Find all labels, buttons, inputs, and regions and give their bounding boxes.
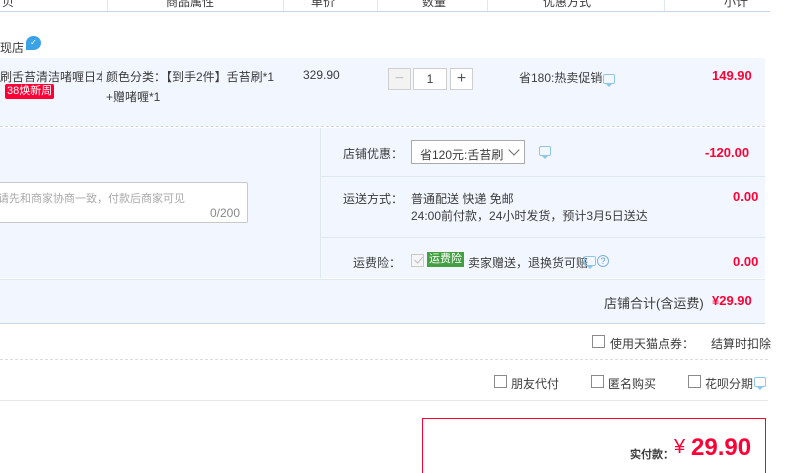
row-divider xyxy=(321,237,765,238)
header-price: 单价 xyxy=(311,0,336,9)
increase-quantity-button[interactable]: + xyxy=(450,68,473,90)
insurance-comment-icon[interactable] xyxy=(584,256,596,269)
item-attr-line1: 颜色分类：【到手2件】舌苔刷*1 xyxy=(106,70,275,84)
friend-pay-checkbox[interactable] xyxy=(494,375,507,388)
header-attr: 商品属性 xyxy=(166,0,215,9)
header-divider xyxy=(664,0,665,11)
item-discount: 省180:热卖促销 xyxy=(519,71,603,85)
shop-promo-selected: 省120元:舌苔刷 xyxy=(420,148,504,162)
dashed-divider xyxy=(0,359,768,360)
insurance-amount: 0.00 xyxy=(733,254,759,269)
friend-pay-label: 朋友代付 xyxy=(511,377,560,391)
dashed-divider xyxy=(0,126,765,127)
item-title[interactable]: 刷舌苔清洁啫喱日本... xyxy=(0,68,102,85)
item-attr-line2: +赠啫喱*1 xyxy=(106,90,161,104)
decrease-quantity-button[interactable]: − xyxy=(388,68,411,90)
tmall-points-label: 使用天猫点券： xyxy=(610,337,695,351)
shipping-eta: 24:00前付款，24小时发货，预计3月5日送达 xyxy=(411,209,648,223)
message-counter: 0/200 xyxy=(209,206,240,220)
quantity-input[interactable]: 1 xyxy=(413,68,447,90)
huabei-checkbox[interactable] xyxy=(688,375,701,388)
discount-comment-icon[interactable] xyxy=(603,74,615,87)
help-icon[interactable]: ? xyxy=(597,255,609,267)
insurance-label: 运费险： xyxy=(353,256,402,270)
message-input[interactable]: 请先和商家协商一致，付款后商家可见 0/200 xyxy=(0,182,248,223)
final-amount: 29.90 xyxy=(691,434,752,461)
header-divider xyxy=(107,0,108,11)
header-divider xyxy=(283,0,284,11)
shipping-method: 普通配送 快递 免邮 xyxy=(411,192,514,206)
item-subtotal: 149.90 xyxy=(712,68,752,83)
header-shop: 贝 xyxy=(2,0,15,9)
final-total-box: 实付款： ¥ 29.90 xyxy=(422,418,766,473)
promo-badge: 38焕新周 xyxy=(5,84,55,99)
checkmark-icon xyxy=(414,254,423,264)
header-discount: 优惠方式 xyxy=(543,0,592,9)
insurance-badge: 运费险 xyxy=(427,252,464,267)
header-divider xyxy=(377,0,378,11)
final-currency: ¥ xyxy=(674,436,686,458)
shop-total-label: 店铺合计(含运费) xyxy=(604,296,704,311)
unit-price: 329.90 xyxy=(303,68,340,82)
insurance-checkbox[interactable] xyxy=(411,254,424,267)
message-placeholder: 请先和商家协商一致，付款后商家可见 xyxy=(0,193,185,205)
final-label: 实付款： xyxy=(630,449,674,461)
shop-name[interactable]: 现店 xyxy=(0,39,24,56)
wangwang-chat-icon[interactable]: ✓ xyxy=(26,36,41,50)
shop-total-amount: ¥29.90 xyxy=(712,293,752,308)
shipping-label: 运送方式： xyxy=(343,192,404,206)
tmall-points-note: 结算时扣除 xyxy=(711,337,772,351)
row-divider xyxy=(321,176,765,177)
promo-comment-icon[interactable] xyxy=(539,146,551,159)
huabei-label: 花呗分期 xyxy=(705,377,754,391)
tmall-points-checkbox[interactable] xyxy=(592,335,605,348)
header-qty: 数量 xyxy=(422,0,447,9)
shop-promo-amount: -120.00 xyxy=(705,145,750,160)
chevron-down-icon xyxy=(508,144,520,156)
shop-promo-select[interactable]: 省120元:舌苔刷 xyxy=(411,140,525,164)
options-divider xyxy=(0,400,768,401)
header-subtotal: 小计 xyxy=(724,0,749,9)
shop-promo-label: 店铺优惠： xyxy=(343,147,404,161)
insurance-text: 卖家赠送，退换货可赔 xyxy=(468,256,589,270)
header-divider xyxy=(487,0,488,11)
huabei-comment-icon[interactable] xyxy=(754,377,766,390)
header-underline xyxy=(0,11,770,12)
shipping-amount: 0.00 xyxy=(733,189,759,204)
anonymous-checkbox[interactable] xyxy=(591,375,604,388)
panel-divider xyxy=(320,128,321,278)
anonymous-label: 匿名购买 xyxy=(608,377,657,391)
